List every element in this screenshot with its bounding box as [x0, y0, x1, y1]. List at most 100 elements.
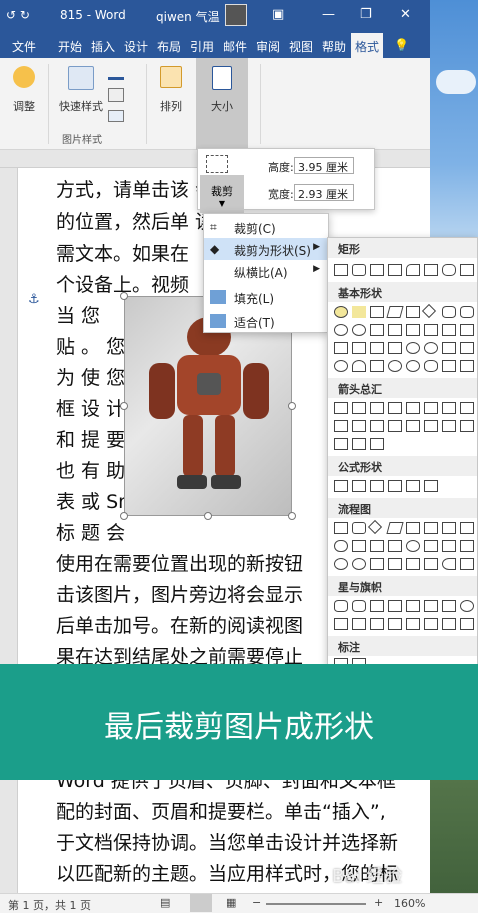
tab-home[interactable]: 开始 [58, 38, 82, 55]
menu-item-crop-to-shape[interactable]: ◆ 裁剪为形状(S) ▶ [204, 238, 328, 260]
minimize-button[interactable]: — [322, 7, 335, 22]
right-triangle-shape[interactable] [370, 306, 384, 318]
down-arrow-shape[interactable] [388, 402, 402, 414]
bevel-shape[interactable] [388, 342, 402, 354]
adjust-button[interactable]: 调整 [8, 66, 40, 114]
tab-view[interactable]: 视图 [289, 38, 313, 55]
connector-shape[interactable] [406, 540, 420, 552]
diagonal-stripe-shape[interactable] [442, 324, 456, 336]
picture-effects-button[interactable] [108, 88, 130, 102]
hexagon-shape[interactable] [460, 306, 474, 318]
tab-insert[interactable]: 插入 [91, 38, 115, 55]
striped-right-arrow-shape[interactable] [442, 420, 456, 432]
cloud-shape[interactable] [424, 360, 438, 372]
multiply-shape[interactable] [370, 480, 384, 492]
size-button-selected[interactable]: 大小 [196, 58, 248, 150]
web-layout-icon[interactable]: ▦ [226, 896, 236, 909]
donut-shape[interactable] [406, 342, 420, 354]
anchor-icon[interactable]: ⚓ [28, 292, 40, 307]
l-shape[interactable] [424, 324, 438, 336]
process-shape[interactable] [334, 522, 348, 534]
bent-up-arrow-shape[interactable] [388, 420, 402, 432]
rectangle-shape[interactable] [424, 264, 438, 276]
tab-file[interactable]: 文件 [12, 38, 36, 55]
can-shape[interactable] [352, 342, 366, 354]
u-turn-arrow-shape[interactable] [352, 420, 366, 432]
menu-item-crop[interactable]: ⌗ 裁剪(C) [204, 216, 328, 238]
star-6-shape[interactable] [406, 600, 420, 612]
extract-shape[interactable] [406, 558, 420, 570]
terminator-shape[interactable] [334, 540, 348, 552]
up-down-arrow-shape[interactable] [424, 402, 438, 414]
document-shape[interactable] [442, 522, 456, 534]
pentagon-arrow-shape[interactable] [334, 438, 348, 450]
cube-shape[interactable] [370, 342, 384, 354]
size-button[interactable]: 大小 [204, 66, 240, 114]
vertical-ruler[interactable] [0, 168, 18, 893]
picture-border-button[interactable] [108, 66, 130, 80]
callout-arrow-shape[interactable] [370, 438, 384, 450]
ribbon-shape[interactable] [334, 618, 348, 630]
tab-layout[interactable]: 布局 [157, 38, 181, 55]
manual-input-shape[interactable] [370, 540, 384, 552]
read-mode-icon[interactable]: ▤ [160, 896, 170, 909]
resize-handle[interactable] [288, 512, 296, 520]
restore-button[interactable]: ❐ [360, 7, 372, 22]
lightning-bolt-shape[interactable] [370, 360, 384, 372]
punched-tape-shape[interactable] [460, 540, 474, 552]
heart-shape[interactable] [352, 360, 366, 372]
rectangle-shape[interactable] [460, 264, 474, 276]
diamond-shape[interactable] [421, 303, 437, 319]
left-up-arrow-shape[interactable] [370, 420, 384, 432]
snip-rectangle-shape[interactable] [370, 264, 384, 276]
left-right-arrow-shape[interactable] [406, 402, 420, 414]
manual-operation-shape[interactable] [388, 540, 402, 552]
parallelogram-shape[interactable] [386, 306, 404, 318]
round-rectangle-shape[interactable] [406, 264, 420, 276]
equal-shape[interactable] [406, 480, 420, 492]
rectangle-shape[interactable] [334, 264, 348, 276]
star-4-shape[interactable] [370, 600, 384, 612]
teardrop-shape[interactable] [370, 324, 384, 336]
delay-shape[interactable] [460, 558, 474, 570]
alternate-process-shape[interactable] [352, 522, 366, 534]
curved-right-arrow-shape[interactable] [406, 420, 420, 432]
snip-rectangle-shape[interactable] [388, 264, 402, 276]
or-shape[interactable] [352, 558, 366, 570]
tab-design[interactable]: 设计 [124, 38, 148, 55]
folded-corner-shape[interactable] [460, 342, 474, 354]
notched-right-arrow-shape[interactable] [460, 420, 474, 432]
up-arrow-shape[interactable] [370, 402, 384, 414]
resize-handle[interactable] [120, 512, 128, 520]
plaque-shape[interactable] [334, 342, 348, 354]
triangle-shape[interactable] [352, 306, 366, 318]
data-shape[interactable] [386, 522, 404, 534]
no-symbol-shape[interactable] [424, 342, 438, 354]
zoom-out-button[interactable]: − [252, 896, 261, 909]
page-info[interactable]: 第 1 页，共 1 页 [8, 897, 91, 913]
oval-shape[interactable] [334, 306, 348, 318]
quad-arrow-shape[interactable] [442, 402, 456, 414]
not-equal-shape[interactable] [424, 480, 438, 492]
print-layout-icon[interactable] [190, 894, 212, 912]
scroll-shape[interactable] [424, 618, 438, 630]
tab-format[interactable]: 格式 [351, 33, 384, 58]
plus-shape[interactable] [334, 480, 348, 492]
moon-shape[interactable] [406, 360, 420, 372]
frame-shape[interactable] [388, 324, 402, 336]
bent-arrow-shape[interactable] [334, 420, 348, 432]
tab-help[interactable]: 帮助 [322, 38, 346, 55]
picture-layout-button[interactable] [108, 110, 130, 122]
tab-review[interactable]: 审阅 [256, 38, 280, 55]
predefined-process-shape[interactable] [406, 522, 420, 534]
height-field[interactable]: 3.95 厘米 [294, 157, 354, 174]
zoom-slider[interactable] [266, 903, 366, 905]
zoom-level[interactable]: 160% [394, 897, 425, 910]
width-field[interactable]: 2.93 厘米 [294, 184, 354, 201]
star-5-shape[interactable] [388, 600, 402, 612]
star-7-shape[interactable] [424, 600, 438, 612]
sort-shape[interactable] [388, 558, 402, 570]
block-arc-shape[interactable] [442, 342, 456, 354]
menu-item-fill[interactable]: 填充(L) [204, 286, 328, 308]
menu-item-fit[interactable]: 适合(T) [204, 310, 328, 332]
